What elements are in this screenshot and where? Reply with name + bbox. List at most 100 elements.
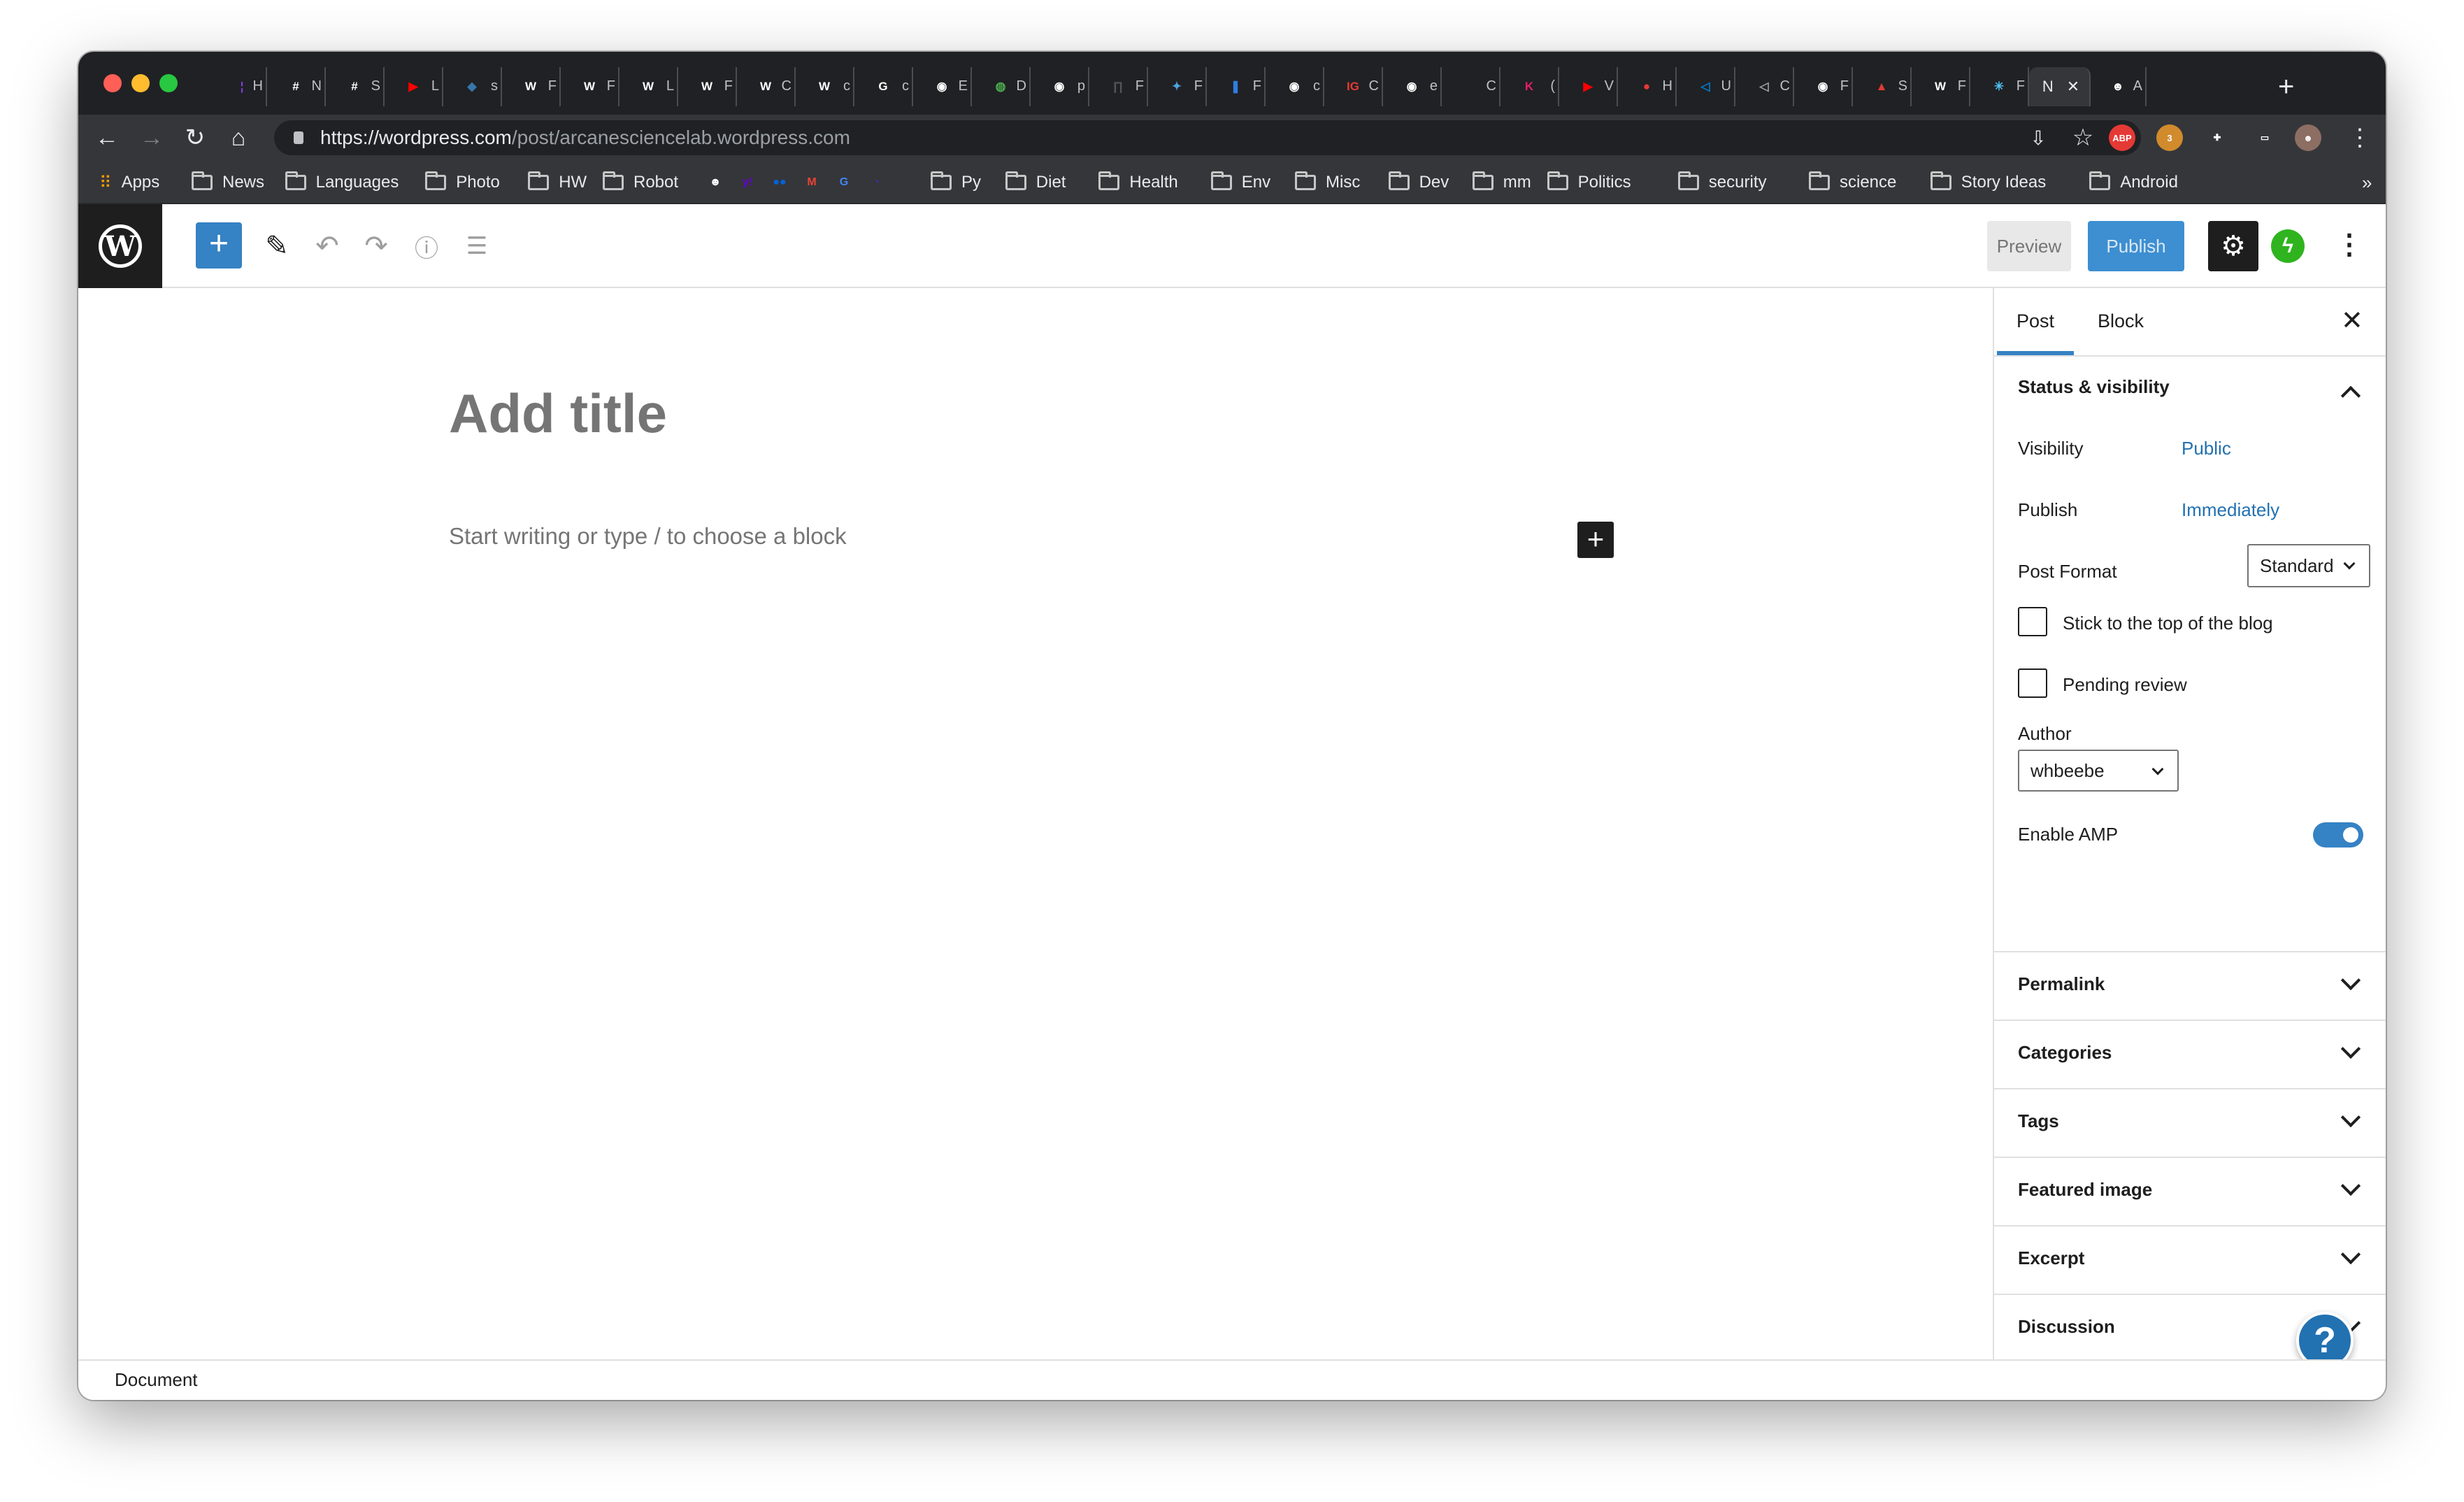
bookmarks-overflow-button[interactable]: » — [2362, 171, 2372, 194]
browser-tab[interactable]: ¦ H — [218, 67, 267, 106]
browser-tab[interactable]: ◉ c — [1266, 67, 1324, 106]
sticky-checkbox[interactable] — [2018, 607, 2047, 636]
browser-tab[interactable]: ❚ F — [1207, 67, 1266, 106]
browser-tab[interactable]: # S — [326, 67, 385, 106]
bookmark-folder[interactable]: Languages — [285, 171, 399, 194]
chevron-down-icon[interactable] — [2340, 1038, 2361, 1059]
minimize-window-button[interactable] — [131, 74, 150, 92]
bookmark-icon[interactable]: ◔ — [866, 171, 886, 194]
author-select[interactable]: whbeebe — [2018, 750, 2179, 792]
visibility-link[interactable]: Public — [2182, 438, 2231, 459]
back-button[interactable]: ← — [91, 122, 123, 154]
browser-menu-icon[interactable]: ⋮ — [2344, 122, 2376, 154]
block-inserter-button[interactable]: + — [1577, 522, 1614, 558]
info-icon[interactable]: ⓘ — [406, 225, 447, 267]
list-view-icon[interactable]: ☰ — [456, 225, 498, 267]
jetpack-icon[interactable]: ϟ — [2271, 229, 2305, 263]
post-format-select[interactable]: Standard — [2247, 544, 2370, 587]
browser-tab[interactable]: ◁ U — [1677, 67, 1735, 106]
bookmark-icon[interactable]: y! — [738, 171, 757, 194]
status-visibility-heading[interactable]: Status & visibility — [2018, 376, 2170, 398]
panel-permalink[interactable]: Permalink — [2018, 973, 2105, 995]
panel-tags[interactable]: Tags — [2018, 1110, 2059, 1132]
bookmark-icon[interactable]: ●● — [770, 171, 789, 194]
publish-button[interactable]: Publish — [2088, 221, 2184, 271]
panel-discussion[interactable]: Discussion — [2018, 1316, 2115, 1338]
bookmark-folder[interactable]: science — [1809, 171, 1896, 194]
bookmark-folder[interactable]: News — [192, 171, 264, 194]
bookmark-folder[interactable]: Politics — [1547, 171, 1631, 194]
edit-tools-icon[interactable]: ✎ — [256, 225, 298, 267]
browser-tab[interactable]: WF — [561, 67, 619, 106]
chevron-down-icon[interactable] — [2340, 1244, 2361, 1265]
bookmark-folder[interactable]: Robot — [603, 171, 678, 194]
browser-tab[interactable]: WL — [619, 67, 678, 106]
browser-tab[interactable]: Gc — [854, 67, 913, 106]
zoom-window-button[interactable] — [159, 74, 178, 92]
browser-tab[interactable]: IG C — [1324, 67, 1383, 106]
browser-tab[interactable]: ∏ F — [1089, 67, 1148, 106]
bookmark-folder[interactable]: Android — [2089, 171, 2178, 194]
more-options-icon[interactable]: ⋮ — [2335, 225, 2363, 267]
chevron-down-icon[interactable] — [2340, 1175, 2361, 1196]
chevron-down-icon[interactable] — [2340, 970, 2361, 991]
add-block-button[interactable]: + — [196, 222, 242, 269]
publish-date-link[interactable]: Immediately — [2182, 499, 2279, 521]
address-bar[interactable]: https://wordpress.com/post/arcanescience… — [274, 120, 2141, 155]
bookmark-icon[interactable]: ☻ — [705, 171, 725, 194]
browser-tab[interactable]: ▲ S — [1853, 67, 1912, 106]
browser-tab[interactable]: ◉ F — [1794, 67, 1853, 106]
active-tab[interactable]: N ✕ — [2029, 67, 2091, 106]
browser-tab[interactable]: ◉ e — [1383, 67, 1442, 106]
bookmark-folder[interactable]: Story Ideas — [1930, 171, 2046, 194]
bookmark-folder[interactable]: Photo — [425, 171, 500, 194]
bookmark-folder[interactable]: Misc — [1295, 171, 1360, 194]
chevron-up-icon[interactable] — [2340, 385, 2361, 406]
redo-icon[interactable]: ↷ — [355, 225, 397, 267]
post-title-input[interactable]: Add title — [449, 382, 667, 445]
bookmark-folder[interactable]: HW — [528, 171, 587, 194]
browser-tab[interactable]: ◍ D — [972, 67, 1031, 106]
bookmark-folder[interactable]: security — [1677, 171, 1766, 194]
abp-icon[interactable]: ABP — [2109, 124, 2135, 151]
browser-tab[interactable]: WC — [737, 67, 796, 106]
browser-tab[interactable]: ◉ p — [1031, 67, 1089, 106]
browser-tab[interactable]: ✳ F — [1970, 67, 2029, 106]
browser-tab[interactable]: ▶ L — [385, 67, 443, 106]
bookmark-apps[interactable]: ⠿ Apps — [99, 171, 159, 194]
browser-tab[interactable]: WF — [1912, 67, 1970, 106]
block-placeholder[interactable]: Start writing or type / to choose a bloc… — [449, 523, 847, 550]
preview-button[interactable]: Preview — [1987, 221, 2071, 271]
close-sidebar-icon[interactable]: ✕ — [2341, 305, 2363, 336]
panel-featured-image[interactable]: Featured image — [2018, 1179, 2152, 1201]
home-button[interactable]: ⌂ — [222, 122, 255, 154]
close-tab-icon[interactable]: ✕ — [2067, 78, 2079, 96]
panel-categories[interactable]: Categories — [2018, 1042, 2112, 1064]
extension-badge-icon[interactable]: 3 — [2156, 124, 2183, 151]
settings-gear-icon[interactable]: ⚙ — [2208, 221, 2258, 271]
forward-button[interactable]: → — [136, 122, 168, 154]
pending-review-checkbox[interactable] — [2018, 668, 2047, 698]
bookmark-icon[interactable]: M — [802, 171, 822, 194]
browser-tab[interactable]: ● H — [1618, 67, 1677, 106]
bookmark-icon[interactable] — [898, 171, 918, 194]
wordpress-logo[interactable]: W — [78, 204, 162, 288]
breadcrumb[interactable]: Document — [115, 1369, 198, 1391]
cast-icon[interactable]: ▭ — [2251, 124, 2278, 151]
browser-tab[interactable]: # N — [267, 67, 326, 106]
bookmark-folder[interactable]: Health — [1098, 171, 1178, 194]
bookmark-folder[interactable]: Dev — [1388, 171, 1449, 194]
bookmark-folder[interactable]: mm — [1472, 171, 1531, 194]
undo-icon[interactable]: ↶ — [306, 225, 348, 267]
bookmark-folder[interactable]: Env — [1210, 171, 1270, 194]
browser-tab[interactable]: ◁ C — [1735, 67, 1794, 106]
new-tab-button[interactable]: + — [2278, 73, 2294, 101]
browser-tab[interactable]: WF — [502, 67, 561, 106]
browser-tab[interactable]: ◉ E — [913, 67, 972, 106]
bookmark-folder[interactable]: Py — [931, 171, 981, 194]
browser-tab[interactable]: ☻ A — [2091, 67, 2147, 106]
browser-tab[interactable]: ▶ V — [1559, 67, 1618, 106]
install-app-icon[interactable]: ⇩ — [2022, 122, 2054, 154]
browser-tab[interactable]: WF — [678, 67, 737, 106]
reload-button[interactable]: ↻ — [179, 122, 211, 154]
